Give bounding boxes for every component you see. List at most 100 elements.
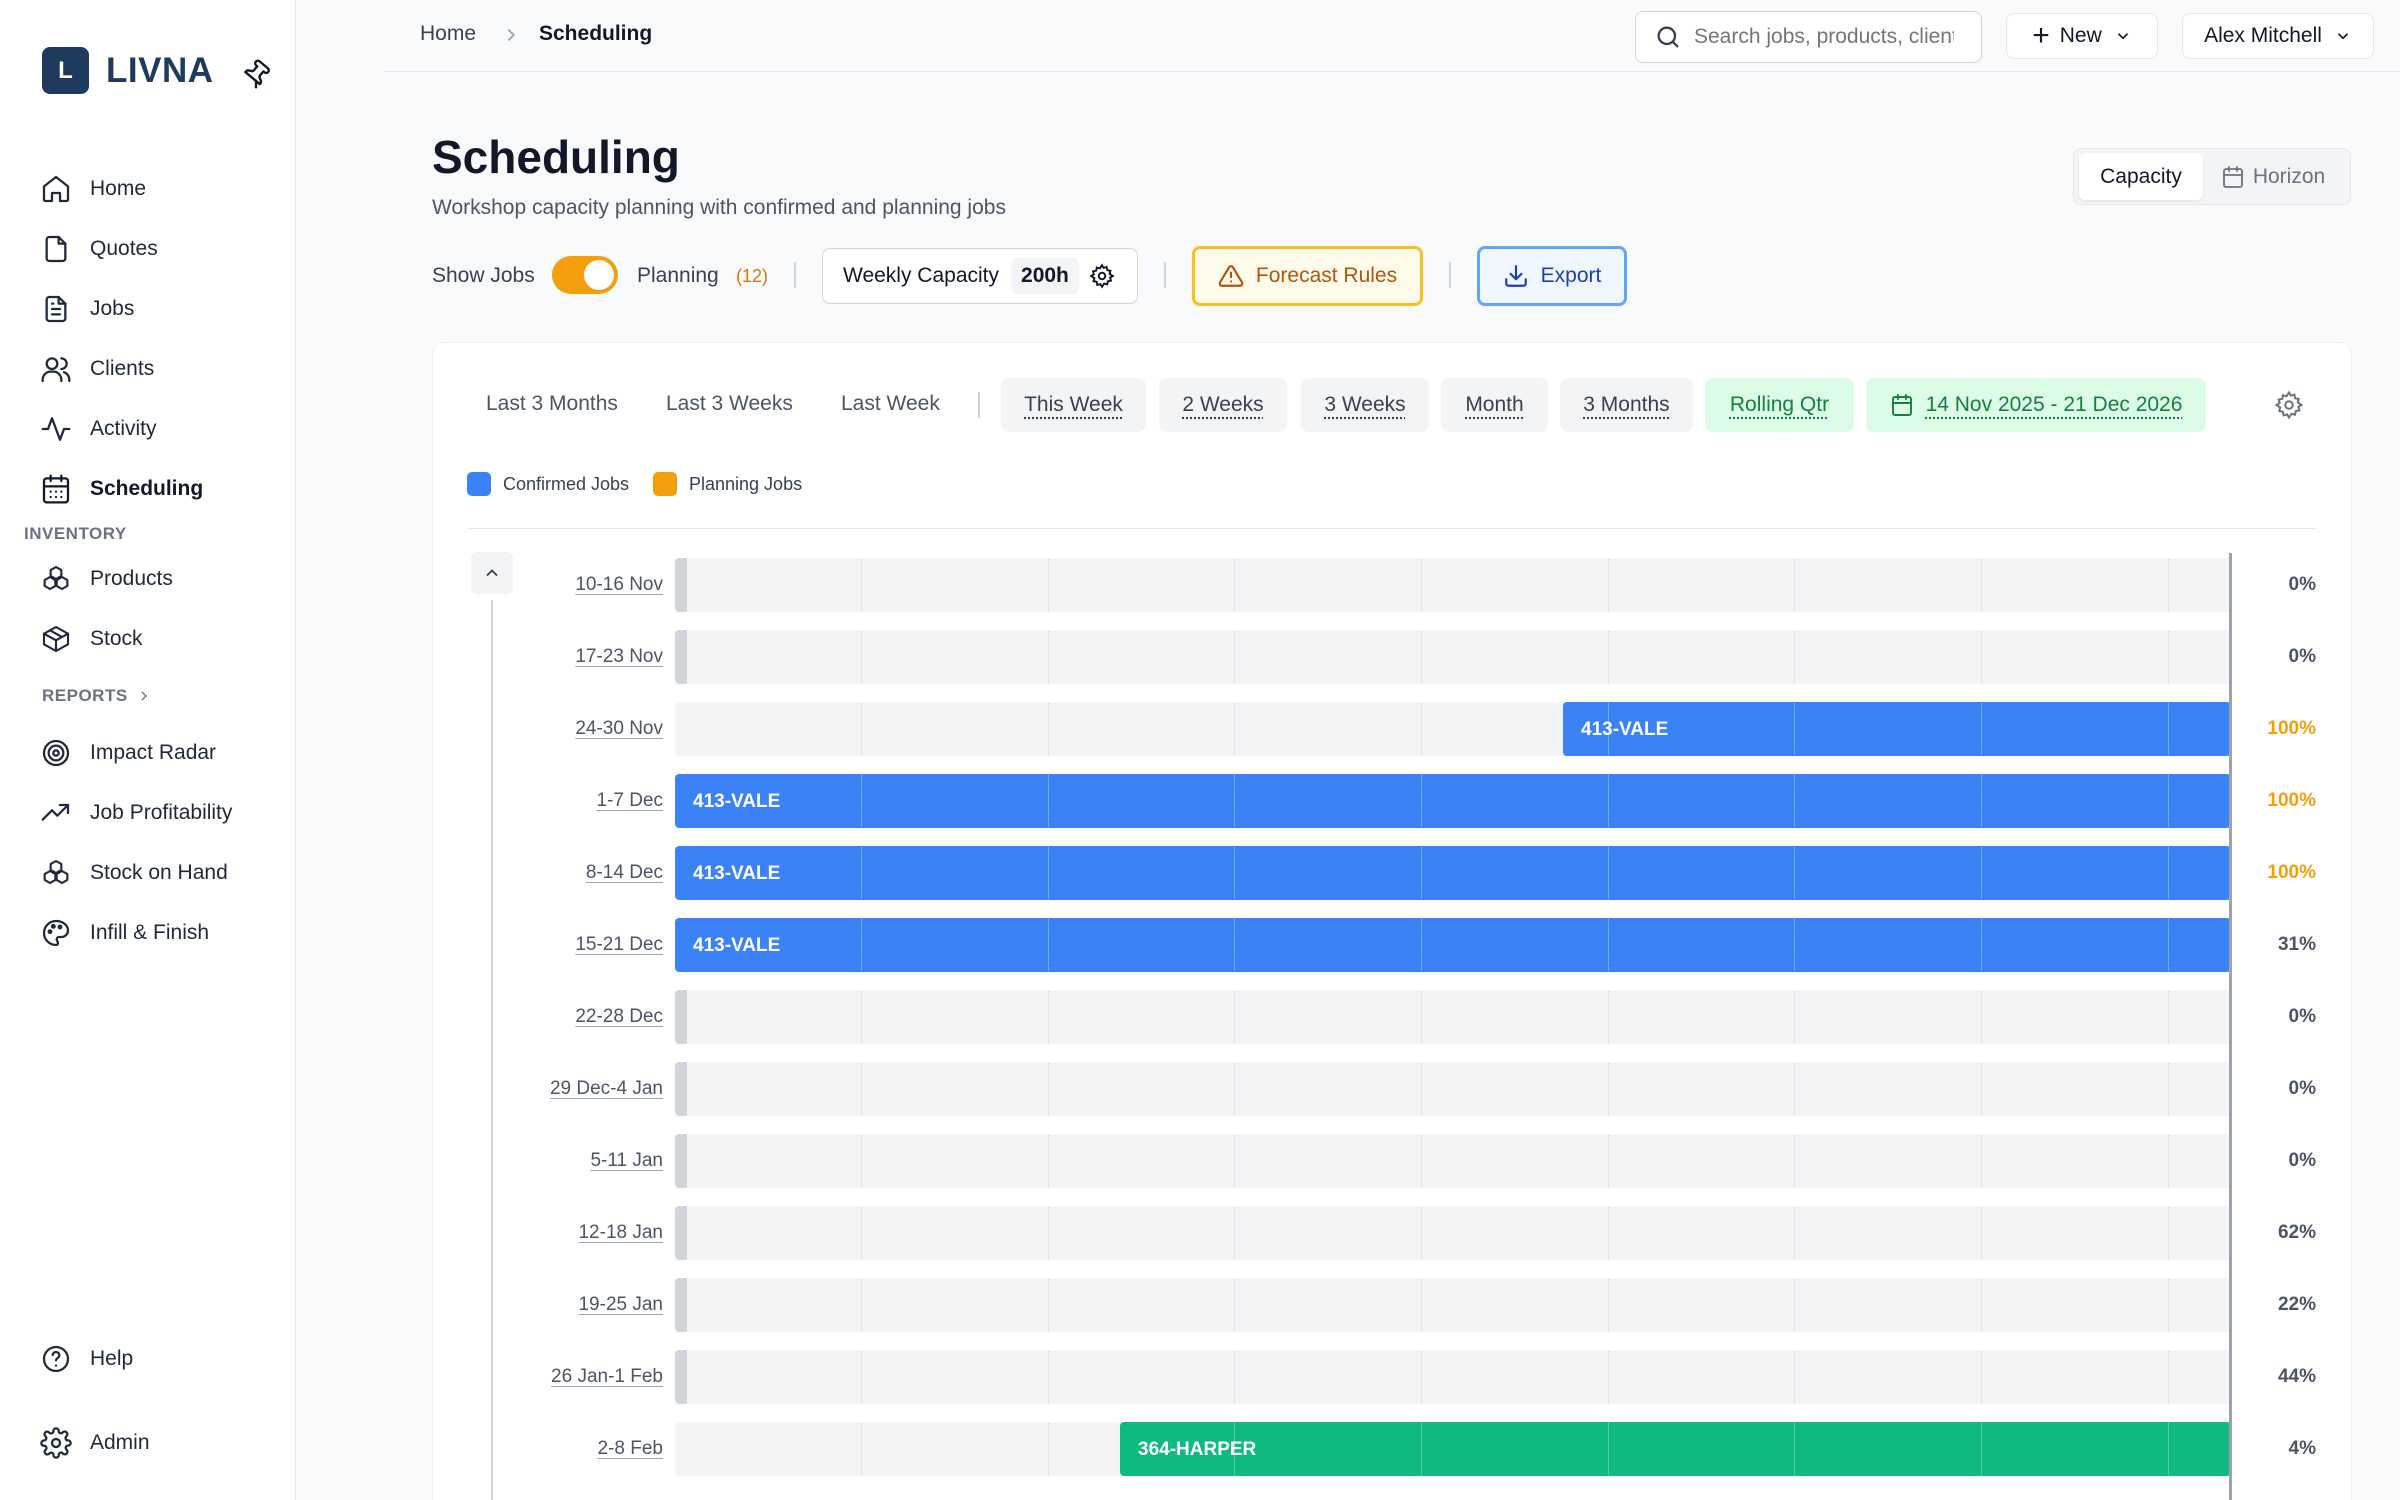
week-label[interactable]: 29 Dec-4 Jan [550,1078,663,1100]
gridline [861,774,862,828]
gridline [1608,1278,1609,1332]
sidebar-item-label: Scheduling [90,477,203,501]
range-this-week[interactable]: This Week [1001,378,1146,432]
gridline [1234,1350,1235,1404]
gridline [2168,702,2169,756]
job-bar[interactable]: 413-VALE [1563,702,2231,756]
show-jobs-toggle[interactable] [552,256,618,294]
gridline [2168,774,2169,828]
page-title: Scheduling [432,130,680,184]
range-last-3-weeks[interactable]: Last 3 Weeks [666,392,793,416]
gridline [1421,774,1422,828]
sidebar-item-stock-on-hand[interactable]: Stock on Hand [40,851,280,895]
sidebar-item-quotes[interactable]: Quotes [40,227,280,271]
gridline [1981,990,1982,1044]
user-name: Alex Mitchell [2204,24,2322,48]
week-label[interactable]: 12-18 Jan [578,1222,663,1244]
gear-icon[interactable] [2274,390,2304,420]
gridline [1234,1062,1235,1116]
forecast-rules-button[interactable]: Forecast Rules [1192,246,1423,306]
range-2-weeks[interactable]: 2 Weeks [1159,378,1287,432]
sidebar-item-label: Infill & Finish [90,921,209,945]
range-rolling-qtr[interactable]: Rolling Qtr [1705,378,1854,432]
sidebar-item-products[interactable]: Products [40,557,280,601]
sidebar-item-stock[interactable]: Stock [40,617,280,661]
week-label[interactable]: 22-28 Dec [575,1006,663,1028]
sidebar-item-label: Job Profitability [90,801,232,825]
search-input[interactable] [1694,25,1954,49]
legend-swatch [467,472,491,496]
week-track [675,1278,2231,1332]
sidebar-item-activity[interactable]: Activity [40,407,280,451]
sidebar-item-jobs[interactable]: Jobs [40,287,280,331]
users-icon [40,353,72,385]
export-label: Export [1541,264,1602,288]
gear-icon[interactable] [1089,263,1115,289]
new-button[interactable]: + New [2006,13,2158,59]
sidebar-item-home[interactable]: Home [40,167,280,211]
sidebar-item-job-profitability[interactable]: Job Profitability [40,791,280,835]
week-label[interactable]: 19-25 Jan [578,1294,663,1316]
brand-logo[interactable]: L LIVNA [42,47,214,94]
range-month[interactable]: Month [1441,378,1548,432]
sidebar-item-impact-radar[interactable]: Impact Radar [40,731,280,775]
week-label[interactable]: 26 Jan-1 Feb [551,1366,663,1388]
gridline [1608,846,1609,900]
collapse-button[interactable] [471,552,513,594]
sidebar-item-scheduling[interactable]: Scheduling [40,467,280,511]
show-jobs-label: Show Jobs [432,264,535,288]
gridline [861,630,862,684]
week-label[interactable]: 5-11 Jan [590,1150,663,1172]
package-icon [40,623,72,655]
view-horizon-tab[interactable]: Horizon [2203,153,2343,200]
user-menu[interactable]: Alex Mitchell [2182,13,2374,59]
search-box[interactable] [1635,11,1982,63]
week-label[interactable]: 17-23 Nov [575,646,663,668]
job-bar[interactable]: 364-HARPER [1120,1422,2231,1476]
gridline [1234,630,1235,684]
week-label[interactable]: 8-14 Dec [586,862,663,884]
week-utilization: 0% [2289,1006,2316,1028]
week-label[interactable]: 10-16 Nov [575,574,663,596]
job-bar[interactable]: 413-VALE [675,774,2231,828]
range-last-3-months[interactable]: Last 3 Months [486,392,618,416]
gridline [1048,630,1049,684]
gridline [1234,1134,1235,1188]
week-track: 413-VALE [675,774,2231,828]
job-bar[interactable]: 413-VALE [675,918,2231,972]
range-3-weeks[interactable]: 3 Weeks [1301,378,1429,432]
gridline [1234,1206,1235,1260]
week-track [675,990,2231,1044]
week-label[interactable]: 24-30 Nov [575,718,663,740]
week-label[interactable]: 15-21 Dec [575,934,663,956]
week-utilization: 100% [2267,862,2316,884]
weekly-capacity-control[interactable]: Weekly Capacity 200h [822,248,1138,304]
sidebar-item-clients[interactable]: Clients [40,347,280,391]
pin-icon[interactable] [240,58,272,90]
gridline [1234,774,1235,828]
week-utilization: 44% [2278,1366,2316,1388]
legend-label: Planning Jobs [689,474,802,495]
gridline [1981,1422,1982,1476]
gridline [1421,1206,1422,1260]
sidebar-item-admin[interactable]: Admin [40,1421,280,1465]
section-reports[interactable]: REPORTS [42,686,152,706]
gridline [1794,1062,1795,1116]
view-capacity-tab[interactable]: Capacity [2079,153,2203,200]
empty-marker [675,1062,687,1116]
sidebar-item-help[interactable]: Help [40,1337,280,1381]
week-label[interactable]: 1-7 Dec [596,790,663,812]
date-range-picker[interactable]: 14 Nov 2025 - 21 Dec 2026 [1866,378,2206,432]
week-track: 413-VALE [675,918,2231,972]
week-track: 413-VALE [675,846,2231,900]
sidebar-item-infill-finish[interactable]: Infill & Finish [40,911,280,955]
gridline [1048,774,1049,828]
job-bar[interactable]: 413-VALE [675,846,2231,900]
export-button[interactable]: Export [1477,246,1627,306]
legend-label: Confirmed Jobs [503,474,629,495]
range-last-week[interactable]: Last Week [841,392,940,416]
range-3-months[interactable]: 3 Months [1560,378,1693,432]
breadcrumb-home[interactable]: Home [420,22,476,46]
week-label[interactable]: 2-8 Feb [598,1438,663,1460]
gridline [1048,1134,1049,1188]
